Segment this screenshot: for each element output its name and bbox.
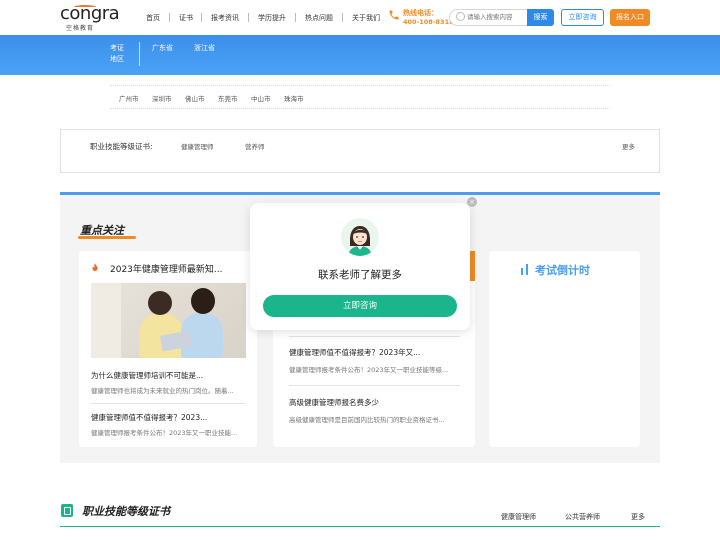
certificate-filter-title: 职业技能等级证书:	[90, 142, 153, 151]
news-card-1-title[interactable]: 2023年健康管理师最新知...	[110, 262, 250, 275]
province-guangdong[interactable]: 广东省	[152, 43, 173, 53]
nav-about[interactable]: 关于我们	[352, 13, 380, 23]
search-icon	[456, 12, 465, 21]
city-zhongshan[interactable]: 中山市	[251, 93, 271, 103]
news-card-1-article-2-title[interactable]: 健康管理师值不值得报考？2023...	[91, 412, 246, 423]
cert-section-title: 职业技能等级证书	[82, 505, 170, 518]
phone-icon	[388, 9, 400, 24]
hotline-label: 热线电话：	[403, 9, 438, 17]
region-banner	[0, 35, 720, 75]
image-person-2-head	[191, 288, 215, 314]
logo-subtitle: 空格教育	[66, 25, 95, 32]
city-shenzhen[interactable]: 深圳市	[152, 93, 172, 103]
nav-degree[interactable]: 学历提升	[258, 13, 286, 23]
teacher-avatar	[341, 218, 379, 256]
news-card-2-article-2-title[interactable]: 高级健康管理师报名费多少	[289, 397, 464, 408]
nav-divider	[201, 13, 202, 22]
nav-certificates[interactable]: 证书	[179, 13, 193, 23]
bar-chart-icon	[521, 264, 529, 277]
city-dongguan[interactable]: 东莞市	[218, 93, 238, 103]
cert-option-nutritionist[interactable]: 营养师	[245, 141, 265, 151]
logo[interactable]: congra 空格教育	[60, 4, 120, 33]
image-person-1-head	[148, 291, 172, 315]
tab-health-manager[interactable]: 健康管理师	[501, 512, 536, 522]
fire-icon	[89, 262, 101, 274]
popup-close-icon[interactable]: ×	[467, 197, 477, 207]
region-divider	[139, 42, 140, 66]
nav-divider	[169, 13, 170, 22]
news-card-2-article-1-summary: 健康管理师报考条件公布！2023年又一职业技能等级...	[289, 366, 449, 374]
nav-divider	[295, 13, 296, 22]
news-card-1-article-2-summary: 健康管理师报考条件公布！2023年又一职业技能...	[91, 429, 238, 437]
countdown-card	[489, 251, 640, 447]
divider	[91, 403, 246, 404]
news-card-1-article-1-title[interactable]: 为什么健康管理师培训不可能是...	[91, 370, 246, 381]
divider	[289, 385, 460, 386]
hotline-number[interactable]: 400-108-8318	[403, 18, 454, 26]
cert-option-health-manager[interactable]: 健康管理师	[181, 141, 214, 151]
search-input[interactable]	[467, 10, 525, 24]
news-card-1-image[interactable]	[91, 283, 246, 358]
nav-divider	[342, 13, 343, 22]
city-guangzhou[interactable]: 广州市	[119, 93, 139, 103]
city-zhuhai[interactable]: 珠海市	[284, 93, 304, 103]
enroll-entry-button[interactable]: 报名入口	[610, 9, 650, 26]
divider	[289, 336, 460, 337]
nav-exam-news[interactable]: 报考资讯	[211, 13, 239, 23]
popup-title: 联系老师了解更多	[318, 269, 402, 281]
countdown-title: 考试倒计时	[535, 264, 590, 277]
tab-public-nutritionist[interactable]: 公共营养师	[565, 512, 600, 522]
cert-more-link[interactable]: 更多	[622, 141, 635, 151]
news-card-2-article-1-title[interactable]: 健康管理师值不值得报考？2023年又...	[289, 347, 464, 358]
province-zhejiang[interactable]: 浙江省	[194, 43, 215, 53]
news-card-1-article-1-summary: 健康管理师也将成为未来就业的热门岗位。随着...	[91, 387, 234, 395]
city-foshan[interactable]: 佛山市	[185, 93, 205, 103]
region-label: 考证 地区	[110, 44, 124, 63]
search-button[interactable]: 搜索	[527, 9, 554, 26]
consult-now-button[interactable]: 立即咨询	[561, 9, 604, 26]
nav-hot-topics[interactable]: 热点问题	[305, 13, 333, 23]
nav-divider	[248, 13, 249, 22]
tab-more[interactable]: 更多	[631, 512, 645, 522]
logo-swoosh-icon	[74, 5, 96, 9]
news-card-2-article-2-summary: 高级健康管理师是目前国内比较热门的职业资格证书...	[289, 416, 445, 424]
certificate-icon	[61, 504, 73, 517]
image-background-shelf	[91, 283, 121, 358]
popup-consult-button[interactable]: 立即咨询	[263, 295, 457, 317]
nav-home[interactable]: 首页	[146, 13, 160, 23]
focus-title-underline	[78, 236, 136, 239]
cert-section-underline	[60, 526, 660, 527]
